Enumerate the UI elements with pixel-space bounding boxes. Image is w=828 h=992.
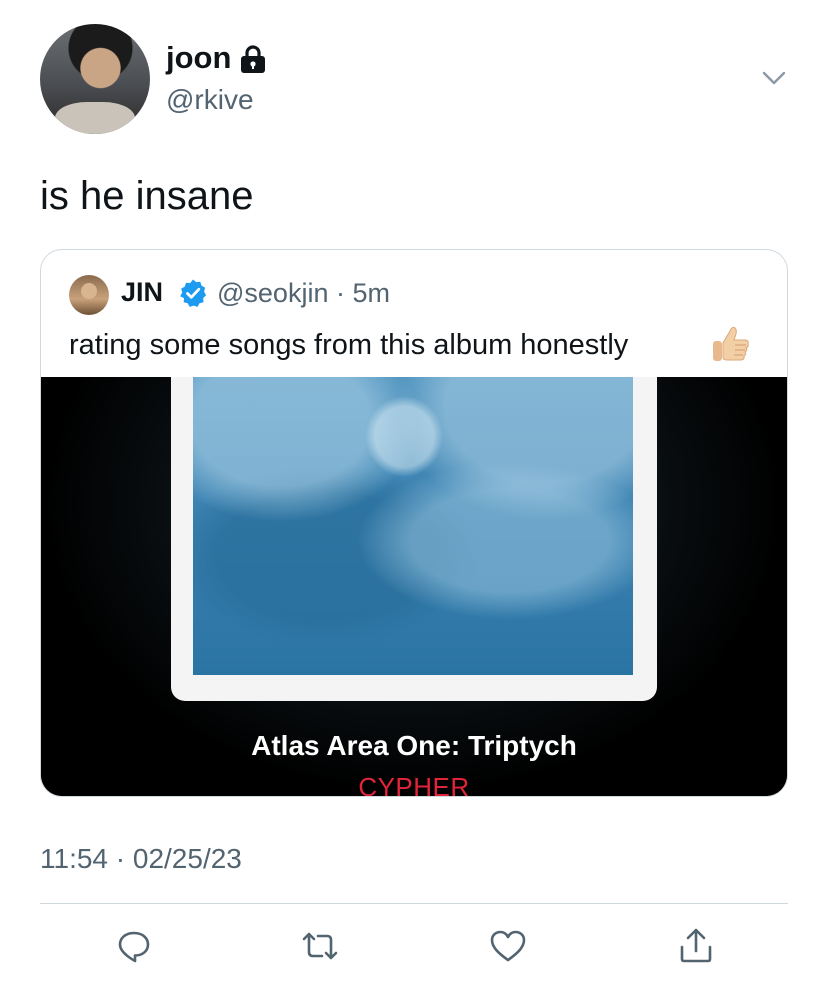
like-icon[interactable]: [488, 926, 528, 966]
tweet-timestamp: 11:54 · 02/25/23: [40, 843, 242, 874]
album-title: Atlas Area One: Triptych: [251, 730, 577, 761]
retweet-icon[interactable]: [300, 926, 340, 966]
quoted-tweet-media[interactable]: Atlas Area One: Triptych CYPHER: [41, 377, 787, 796]
author-avatar[interactable]: [40, 24, 150, 134]
album-cover-frame: [171, 377, 657, 701]
share-icon[interactable]: [676, 926, 716, 966]
track-name: CYPHER: [358, 772, 470, 796]
album-cover-art: [193, 377, 633, 675]
lock-icon: [237, 45, 269, 75]
quoted-tweet-card[interactable]: JIN @seokjin · 5m rating some songs from…: [40, 249, 788, 797]
tweet-text: is he insane: [40, 174, 254, 218]
chevron-down-icon[interactable]: [756, 60, 792, 96]
verified-badge-icon: [178, 278, 208, 308]
reply-icon[interactable]: [114, 926, 154, 966]
thumbs-up-emoji: [711, 323, 751, 365]
quoted-author-handle: @seokjin · 5m: [217, 278, 390, 308]
author-handle[interactable]: @rkive: [166, 84, 254, 116]
divider: [40, 903, 788, 904]
quoted-author-name: JIN: [121, 277, 164, 307]
author-display-name[interactable]: joon: [166, 40, 231, 76]
quoted-author-avatar: [69, 275, 109, 315]
quoted-tweet-text: rating some songs from this album honest…: [69, 329, 629, 361]
